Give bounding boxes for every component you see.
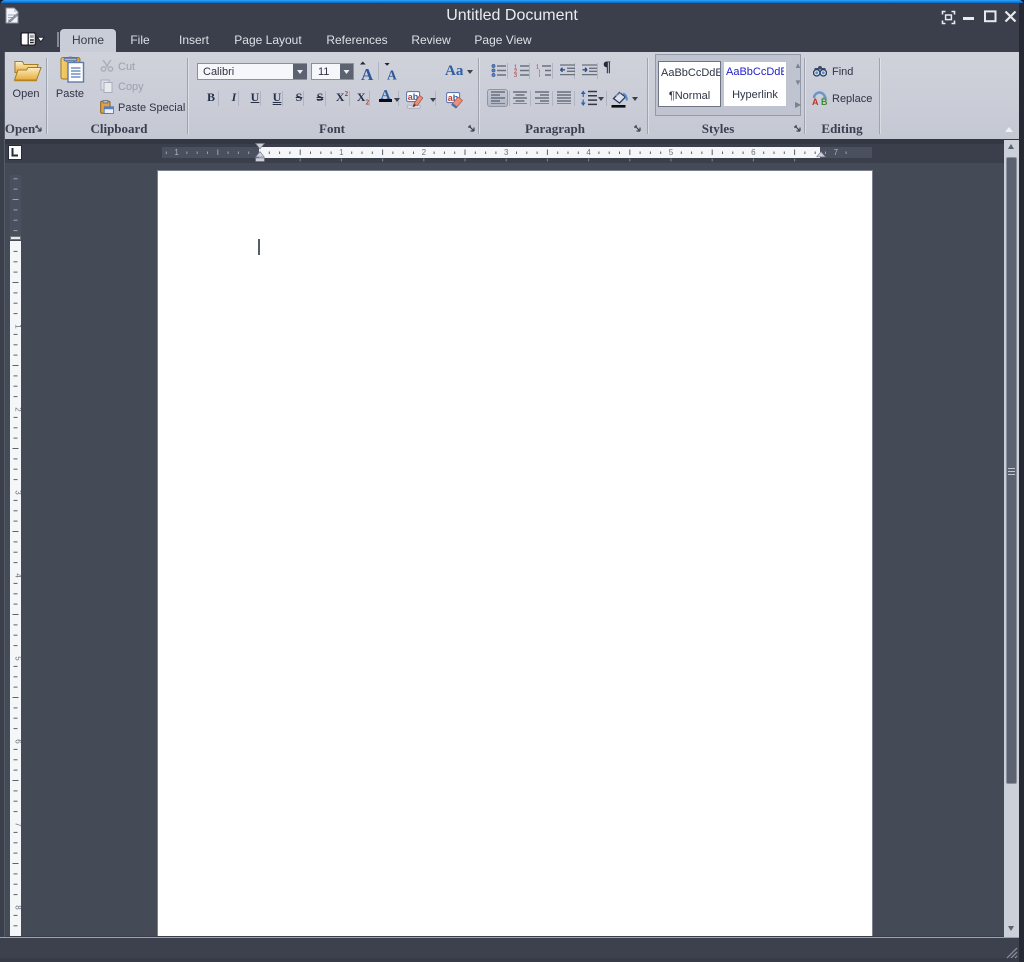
- svg-text:i: i: [539, 73, 540, 77]
- svg-text:A: A: [387, 68, 397, 82]
- svg-text:2: 2: [14, 407, 22, 412]
- svg-text:5: 5: [14, 656, 22, 661]
- svg-text:1: 1: [174, 148, 179, 157]
- svg-text:1: 1: [339, 148, 344, 157]
- svg-text:A: A: [812, 97, 819, 106]
- svg-text:2: 2: [422, 148, 427, 157]
- svg-text:7: 7: [14, 822, 22, 827]
- svg-text:A: A: [361, 65, 374, 82]
- svg-text:6: 6: [14, 739, 22, 744]
- svg-text:3: 3: [514, 73, 517, 77]
- svg-text:5: 5: [669, 148, 674, 157]
- svg-text:8: 8: [14, 905, 22, 910]
- svg-text:7: 7: [834, 148, 839, 157]
- svg-text:6: 6: [751, 148, 756, 157]
- svg-text:B: B: [821, 97, 828, 106]
- svg-text:1: 1: [14, 324, 22, 329]
- svg-text:4: 4: [14, 573, 22, 578]
- svg-text:3: 3: [504, 148, 509, 157]
- svg-text:4: 4: [586, 148, 591, 157]
- svg-text:3: 3: [14, 490, 22, 495]
